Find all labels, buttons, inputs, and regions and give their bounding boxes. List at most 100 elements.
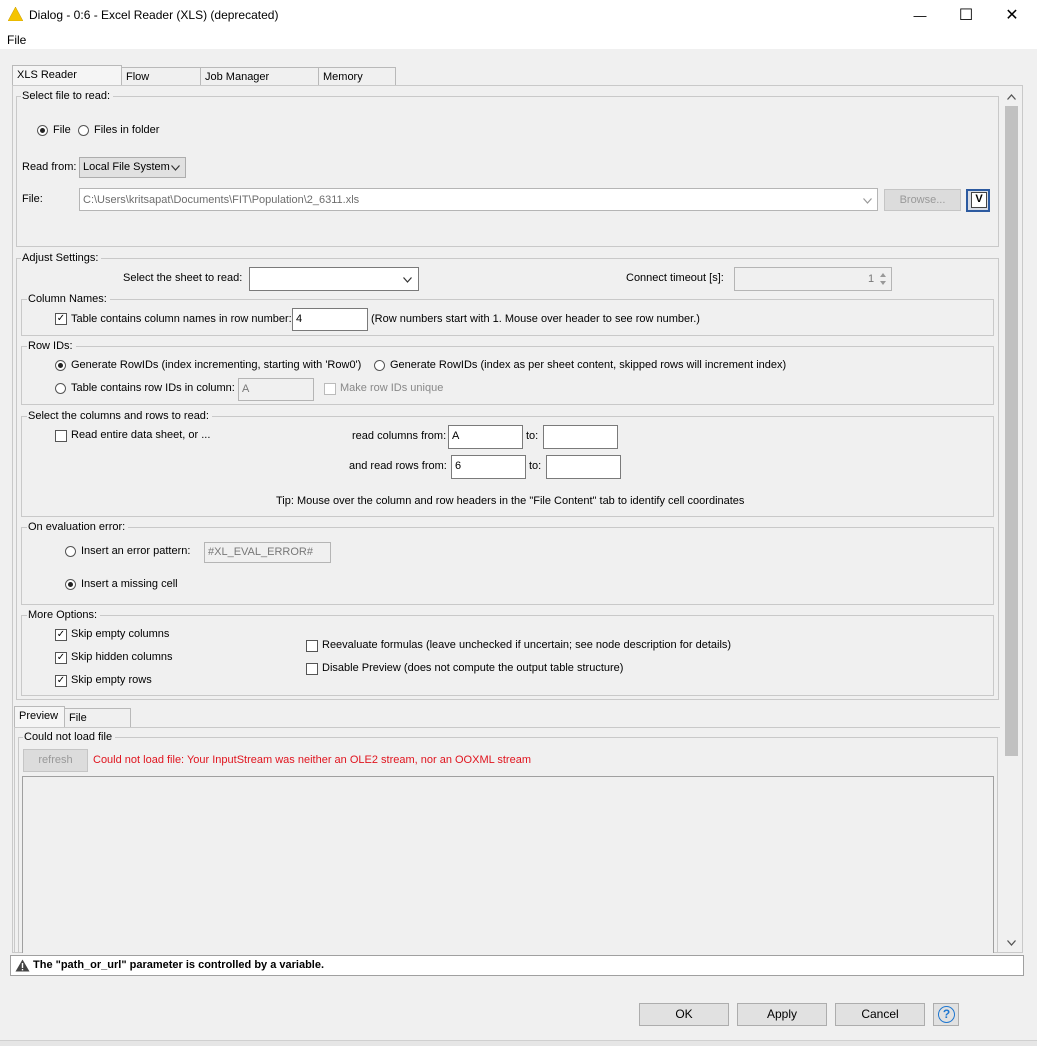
read-columns-from-label: read columns from: bbox=[352, 430, 447, 442]
scroll-down-icon[interactable] bbox=[1007, 940, 1016, 946]
read-entire-sheet-checkbox[interactable] bbox=[55, 430, 67, 442]
make-unique-label: Make row IDs unique bbox=[340, 382, 444, 394]
row-to-label: to: bbox=[529, 460, 542, 472]
timeout-spinner[interactable]: 1 bbox=[734, 267, 892, 291]
file-radio[interactable] bbox=[37, 125, 48, 136]
sheet-dropdown[interactable] bbox=[249, 267, 419, 291]
vertical-scrollbar[interactable] bbox=[1003, 89, 1020, 951]
tab-flow-variables[interactable]: Flow Variables bbox=[121, 67, 201, 102]
skip-hidden-columns-label: Skip hidden columns bbox=[71, 651, 173, 663]
flow-variable-button[interactable]: V bbox=[966, 189, 990, 212]
adjust-settings-legend: Adjust Settings: bbox=[21, 252, 102, 264]
timeout-value: 1 bbox=[868, 273, 875, 285]
column-names-checkbox[interactable]: ✓ bbox=[55, 313, 67, 325]
window-title: Dialog - 0:6 - Excel Reader (XLS) (depre… bbox=[29, 8, 279, 22]
tab-memory-policy[interactable]: Memory Policy bbox=[318, 67, 396, 102]
tab-preview[interactable]: Preview bbox=[14, 706, 65, 727]
column-names-hint: (Row numbers start with 1. Mouse over he… bbox=[371, 313, 700, 325]
disable-preview-checkbox[interactable] bbox=[306, 663, 318, 675]
disable-preview-label: Disable Preview (does not compute the ou… bbox=[322, 662, 624, 674]
column-to-label: to: bbox=[526, 430, 539, 442]
flow-variable-icon: V bbox=[971, 192, 987, 208]
scroll-up-icon[interactable] bbox=[1007, 94, 1016, 100]
skip-empty-columns-checkbox[interactable]: ✓ bbox=[55, 629, 67, 641]
maximize-button[interactable]: ☐ bbox=[943, 0, 989, 30]
maximize-icon: ☐ bbox=[958, 7, 974, 24]
chevron-down-icon bbox=[171, 165, 180, 171]
insert-missing-cell-label: Insert a missing cell bbox=[81, 578, 178, 590]
rowids-in-column-radio[interactable] bbox=[55, 383, 66, 394]
files-in-folder-radio[interactable] bbox=[78, 125, 89, 136]
read-entire-sheet-label: Read entire data sheet, or ... bbox=[71, 429, 211, 441]
ok-button[interactable]: OK bbox=[639, 1003, 729, 1026]
tab-xls-reader-settings[interactable]: XLS Reader Settings bbox=[12, 65, 122, 100]
minimize-icon: — bbox=[913, 7, 927, 23]
row-ids-legend: Row IDs: bbox=[27, 340, 76, 352]
columns-rows-legend: Select the columns and rows to read: bbox=[27, 410, 212, 422]
insert-error-pattern-label: Insert an error pattern: bbox=[81, 545, 191, 557]
could-not-load-legend: Could not load file bbox=[23, 731, 116, 743]
column-from-input[interactable]: A bbox=[448, 425, 523, 449]
make-unique-checkbox[interactable] bbox=[324, 383, 336, 395]
rowids-in-column-label: Table contains row IDs in column: bbox=[71, 382, 235, 394]
eval-error-legend: On evaluation error: bbox=[27, 521, 129, 533]
column-names-row-input[interactable]: 4 bbox=[292, 308, 368, 331]
file-path-combo[interactable]: C:\Users\kritsapat\Documents\FIT\Populat… bbox=[79, 188, 878, 211]
apply-button[interactable]: Apply bbox=[737, 1003, 827, 1026]
skip-empty-columns-label: Skip empty columns bbox=[71, 628, 170, 640]
generate-rowids-sheet-label: Generate RowIDs (index as per sheet cont… bbox=[390, 359, 787, 371]
refresh-button[interactable]: refresh bbox=[23, 749, 88, 772]
generate-rowids-sheet-radio[interactable] bbox=[374, 360, 385, 371]
generate-rowids-incrementing-label: Generate RowIDs (index incrementing, sta… bbox=[71, 359, 362, 371]
row-to-input[interactable] bbox=[546, 455, 621, 479]
row-from-input[interactable]: 6 bbox=[451, 455, 526, 479]
tab-file-content[interactable]: File Content bbox=[64, 708, 131, 743]
status-bar: The "path_or_url" parameter is controlle… bbox=[10, 955, 1024, 976]
insert-missing-cell-radio[interactable] bbox=[65, 579, 76, 590]
scroll-thumb[interactable] bbox=[1005, 106, 1018, 756]
more-options-legend: More Options: bbox=[27, 609, 101, 621]
files-in-folder-label: Files in folder bbox=[94, 124, 160, 136]
minimize-button[interactable]: — bbox=[897, 0, 943, 30]
column-names-legend: Column Names: bbox=[27, 293, 110, 305]
eval-error-group bbox=[21, 527, 994, 605]
file-label: File: bbox=[22, 193, 43, 205]
load-error-message: Could not load file: Your InputStream wa… bbox=[93, 754, 531, 766]
title-bar: Dialog - 0:6 - Excel Reader (XLS) (depre… bbox=[0, 0, 1037, 30]
menu-file[interactable]: File bbox=[7, 33, 26, 47]
column-to-input[interactable] bbox=[543, 425, 618, 449]
column-names-label: Table contains column names in row numbe… bbox=[71, 313, 292, 325]
sheet-label: Select the sheet to read: bbox=[123, 272, 243, 284]
warning-icon bbox=[15, 959, 30, 972]
skip-empty-rows-checkbox[interactable]: ✓ bbox=[55, 675, 67, 687]
read-from-label: Read from: bbox=[22, 161, 77, 173]
timeout-label: Connect timeout [s]: bbox=[626, 272, 724, 284]
reevaluate-formulas-label: Reevaluate formulas (leave unchecked if … bbox=[322, 639, 732, 651]
error-pattern-input[interactable]: #XL_EVAL_ERROR# bbox=[204, 542, 331, 563]
warning-icon bbox=[8, 7, 23, 21]
skip-empty-rows-label: Skip empty rows bbox=[71, 674, 152, 686]
tab-job-manager-selection[interactable]: Job Manager Selection bbox=[200, 67, 319, 102]
read-from-dropdown[interactable]: Local File System bbox=[79, 157, 186, 178]
chevron-down-icon bbox=[863, 198, 872, 204]
window-bottom-edge bbox=[0, 1040, 1037, 1046]
file-path-value: C:\Users\kritsapat\Documents\FIT\Populat… bbox=[83, 194, 360, 206]
insert-error-pattern-radio[interactable] bbox=[65, 546, 76, 557]
browse-button[interactable]: Browse... bbox=[884, 189, 961, 211]
skip-hidden-columns-checkbox[interactable]: ✓ bbox=[55, 652, 67, 664]
chevron-down-icon bbox=[403, 277, 412, 283]
row-ids-group bbox=[21, 346, 994, 405]
read-rows-from-label: and read rows from: bbox=[349, 460, 447, 472]
rowids-column-input[interactable]: A bbox=[238, 378, 314, 401]
cells-tip: Tip: Mouse over the column and row heade… bbox=[276, 495, 745, 507]
help-button[interactable]: ? bbox=[933, 1003, 959, 1026]
reevaluate-formulas-checkbox[interactable] bbox=[306, 640, 318, 652]
close-button[interactable]: ✕ bbox=[989, 0, 1035, 30]
generate-rowids-incrementing-radio[interactable] bbox=[55, 360, 66, 371]
cancel-button[interactable]: Cancel bbox=[835, 1003, 925, 1026]
help-icon: ? bbox=[938, 1006, 955, 1023]
select-file-legend: Select file to read: bbox=[21, 90, 114, 102]
spinner-arrows-icon[interactable] bbox=[878, 271, 888, 287]
status-warning-text: The "path_or_url" parameter is controlle… bbox=[33, 959, 325, 971]
preview-table-area[interactable] bbox=[22, 776, 994, 953]
